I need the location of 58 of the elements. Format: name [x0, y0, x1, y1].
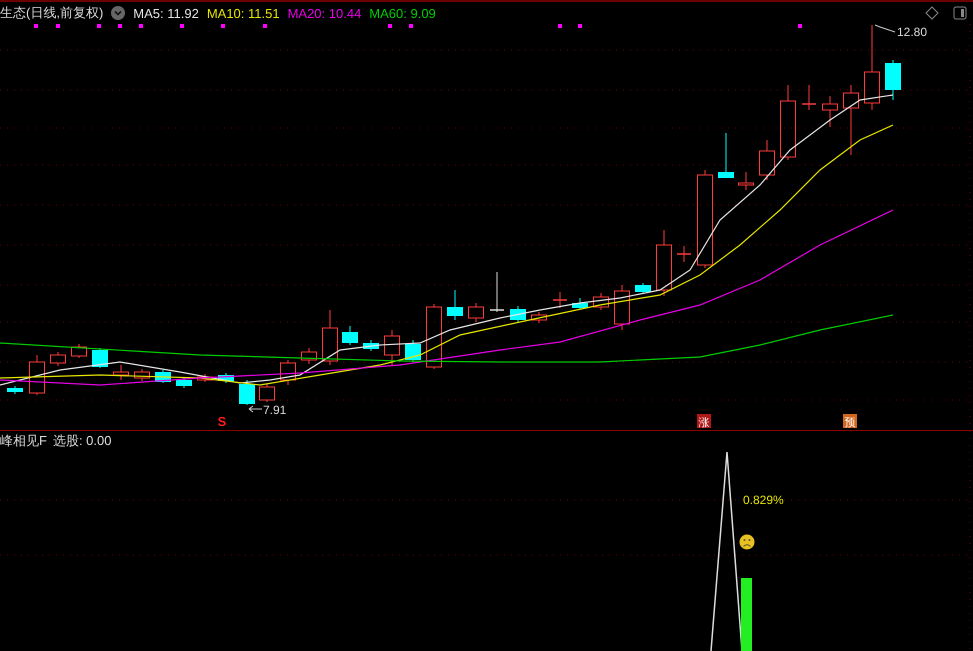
indicator-name: 峰相见F [0, 432, 47, 450]
ma-legend-label: MA5: 11.92 [133, 6, 199, 20]
signal-label: 预 [844, 416, 856, 429]
candlestick [593, 292, 609, 310]
percent-label: 0.829% [743, 493, 784, 507]
candlestick [218, 372, 234, 384]
candlestick [29, 354, 45, 396]
high-price-label: 12.80 [897, 25, 928, 39]
candlestick [677, 246, 691, 262]
candlestick [510, 306, 526, 322]
candlestick [885, 60, 901, 100]
candlestick [572, 298, 588, 310]
candlestick [113, 364, 129, 380]
candlestick [490, 272, 504, 312]
candlestick [447, 290, 463, 320]
candlestick [822, 96, 838, 128]
candlestick [405, 340, 421, 362]
high-pointer-icon [874, 24, 896, 32]
candlestick [614, 284, 630, 330]
candlestick [553, 292, 567, 308]
candlestick [843, 84, 859, 156]
candlestick [738, 172, 754, 190]
candlestick [71, 344, 87, 358]
signal-label: S [218, 414, 226, 429]
candlestick [656, 230, 672, 296]
candlestick [7, 386, 23, 394]
panel-toggle-icon[interactable] [953, 6, 967, 20]
sad-face-icon [740, 534, 754, 550]
dropdown-icon[interactable] [111, 6, 126, 20]
candlestick [468, 302, 484, 322]
candlestick [50, 352, 66, 366]
candlestick [280, 360, 296, 386]
candlestick [342, 326, 358, 346]
candlestick [384, 330, 400, 366]
candlestick [301, 348, 317, 364]
candlestick [92, 348, 108, 368]
chart-title: 生态(日线,前复权) [0, 4, 104, 22]
candlestick [426, 304, 442, 370]
signal-label: 涨 [698, 416, 710, 429]
candlestick [197, 374, 213, 382]
candlestick [134, 368, 150, 382]
candlestick [635, 282, 651, 294]
candlestick [802, 84, 816, 110]
diamond-icon[interactable] [925, 6, 939, 20]
candlestick [718, 132, 734, 178]
candlestick [239, 380, 255, 406]
candlestick [759, 140, 775, 180]
low-price-label: 7.91 [263, 403, 286, 417]
candlestick [176, 378, 192, 388]
ma-legend-label: MA20: 10.44 [288, 6, 362, 20]
indicator-reading: 选股: 0.00 [52, 432, 112, 450]
ma-legend-label: MA60: 9.09 [369, 6, 436, 20]
candlestick [259, 384, 275, 402]
candlestick [531, 312, 547, 324]
low-pointer-icon [248, 406, 262, 412]
candlestick [322, 310, 338, 366]
ma-legend-label: MA10: 11.51 [206, 6, 280, 20]
candlestick [363, 340, 379, 352]
